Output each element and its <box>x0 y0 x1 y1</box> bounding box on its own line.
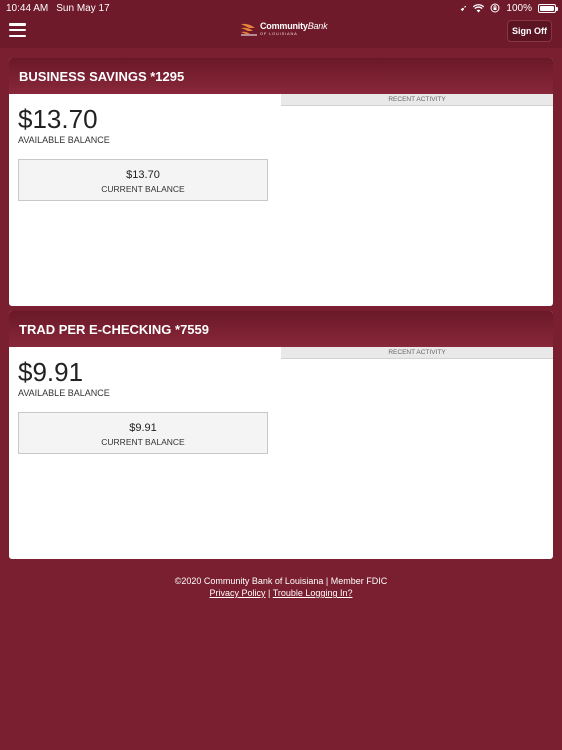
current-balance-amount: $13.70 <box>126 169 160 181</box>
location-icon: ➹ <box>459 2 468 13</box>
account-body: $13.70 AVAILABLE BALANCE $13.70 CURRENT … <box>9 94 553 306</box>
account-title[interactable]: TRAD PER E-CHECKING *7559 <box>9 311 553 347</box>
current-balance-label: CURRENT BALANCE <box>101 184 185 194</box>
logo-text: CommunityBank OF LOUISIANA <box>260 21 328 36</box>
logo-subtitle: OF LOUISIANA <box>260 31 298 36</box>
status-date: Sun May 17 <box>56 2 110 14</box>
available-balance-amount: $13.70 <box>18 104 98 134</box>
recent-activity-header: RECENT ACTIVITY <box>281 94 553 106</box>
account-card[interactable]: TRAD PER E-CHECKING *7559 $9.91 AVAILABL… <box>9 311 553 559</box>
privacy-policy-link[interactable]: Privacy Policy <box>210 588 266 598</box>
bank-logo: CommunityBank OF LOUISIANA <box>240 21 328 36</box>
balance-column: $9.91 AVAILABLE BALANCE $9.91 CURRENT BA… <box>9 347 281 559</box>
current-balance-box: $13.70 CURRENT BALANCE <box>18 159 268 201</box>
trouble-logging-in-link[interactable]: Trouble Logging In? <box>273 588 353 598</box>
wifi-icon <box>473 3 485 12</box>
logo-name: CommunityBank <box>260 21 328 31</box>
menu-icon[interactable] <box>9 23 26 37</box>
current-balance-box: $9.91 CURRENT BALANCE <box>18 412 268 454</box>
available-balance-amount: $9.91 <box>18 357 84 387</box>
footer: ©2020 Community Bank of Louisiana | Memb… <box>0 575 562 599</box>
battery-icon <box>538 3 558 13</box>
battery-fill <box>540 5 554 11</box>
recent-activity-header: RECENT ACTIVITY <box>281 347 553 359</box>
status-bar: 10:44 AM Sun May 17 ➹ 100% <box>0 0 562 16</box>
current-balance-amount: $9.91 <box>129 422 157 434</box>
app-header: CommunityBank OF LOUISIANA Sign Off <box>0 16 562 48</box>
footer-separator: | <box>268 588 271 598</box>
current-balance-label: CURRENT BALANCE <box>101 437 185 447</box>
orientation-lock-icon <box>490 3 500 13</box>
sign-off-button[interactable]: Sign Off <box>507 20 552 42</box>
status-time: 10:44 AM <box>6 2 49 14</box>
balance-column: $13.70 AVAILABLE BALANCE $13.70 CURRENT … <box>9 94 281 306</box>
copyright-text: ©2020 Community Bank of Louisiana | Memb… <box>174 576 388 586</box>
battery-percent: 100% <box>506 2 532 14</box>
account-card[interactable]: BUSINESS SAVINGS *1295 $13.70 AVAILABLE … <box>9 58 553 306</box>
available-balance-label: AVAILABLE BALANCE <box>18 135 110 145</box>
account-title[interactable]: BUSINESS SAVINGS *1295 <box>9 58 553 94</box>
footer-links: Privacy Policy | Trouble Logging In? <box>0 587 562 599</box>
logo-mark-icon <box>241 23 257 36</box>
account-body: $9.91 AVAILABLE BALANCE $9.91 CURRENT BA… <box>9 347 553 559</box>
available-balance-label: AVAILABLE BALANCE <box>18 388 110 398</box>
status-indicators: ➹ 100% <box>459 2 558 14</box>
